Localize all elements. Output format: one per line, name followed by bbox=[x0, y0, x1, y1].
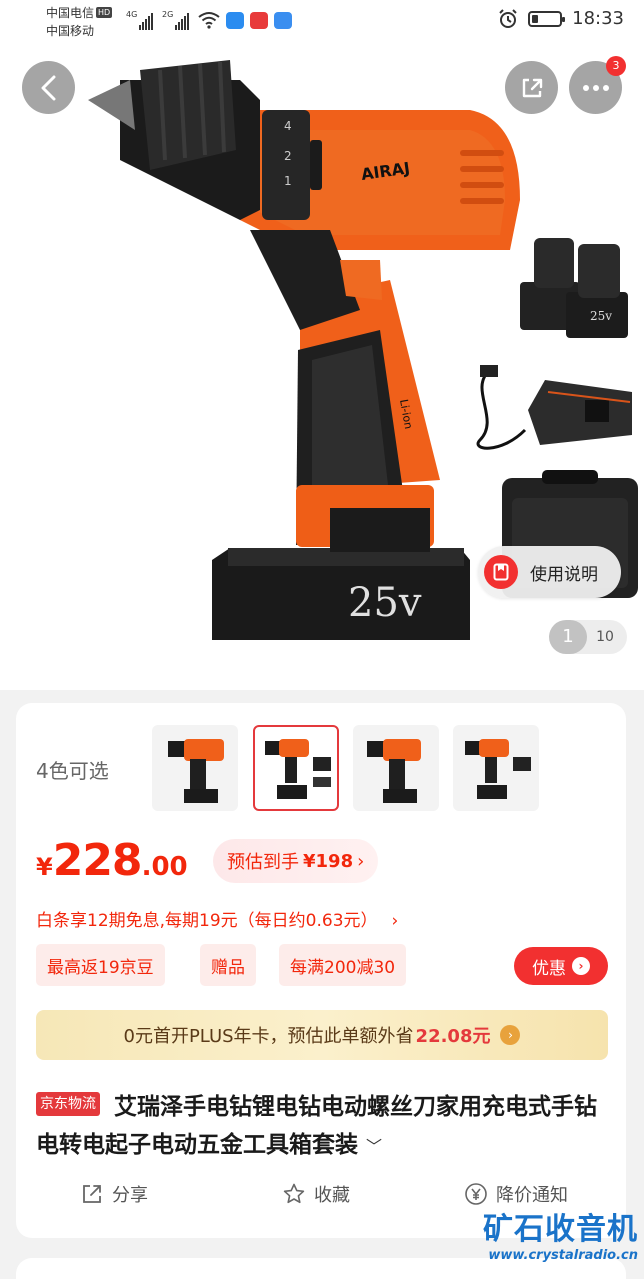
share-icon bbox=[522, 78, 542, 97]
wifi-icon bbox=[198, 12, 220, 29]
drill-thumbnail-image bbox=[465, 739, 531, 799]
star-icon bbox=[283, 1183, 305, 1204]
product-image-carousel[interactable]: 25v 25v Li-ion AIRAJ 4 2 1 3 使用说明 1 10 bbox=[0, 0, 644, 690]
share-icon bbox=[83, 1185, 101, 1203]
pager-total: 10 bbox=[596, 629, 614, 645]
drill-thumbnail-image bbox=[168, 739, 224, 803]
share-action[interactable]: 分享 bbox=[80, 1181, 148, 1207]
more-icon bbox=[582, 84, 609, 91]
chevron-right-icon: › bbox=[391, 911, 399, 931]
color-options-label: 4色可选 bbox=[36, 759, 109, 783]
weather-app-icon bbox=[274, 12, 292, 29]
chevron-right-icon: › bbox=[500, 1025, 521, 1045]
price-alert-action[interactable]: 降价通知 bbox=[464, 1181, 568, 1207]
price-alert-label: 降价通知 bbox=[496, 1185, 568, 1206]
watermark-title: 矿石收音机 bbox=[483, 1212, 638, 1247]
share-button[interactable] bbox=[505, 61, 558, 114]
signal-1-icon: 4G bbox=[126, 10, 154, 30]
product-page: 25v 25v Li-ion AIRAJ 4 2 1 3 使用说明 1 10 中… bbox=[0, 0, 644, 1279]
drill-chuck: 4 2 1 bbox=[88, 60, 310, 220]
more-menu-button[interactable]: 3 bbox=[569, 56, 626, 114]
price-symbol: ¥ bbox=[36, 853, 53, 881]
watermark-url: www.crystalradio.cn bbox=[488, 1248, 638, 1263]
installment-info[interactable]: 白条享12期免息,每期19元（每日约0.63元） › bbox=[36, 906, 398, 931]
svg-text:1: 1 bbox=[284, 174, 292, 188]
pager-current: 1 bbox=[549, 620, 587, 654]
back-button[interactable] bbox=[22, 61, 75, 114]
price-integer: 228 bbox=[52, 835, 143, 886]
plus-text: 0元首开PLUS年卡，预估此单额外省 bbox=[123, 1026, 414, 1047]
price-decimal: .00 bbox=[141, 852, 188, 882]
installment-text: 白条享12期免息,每期19元（每日约0.63元） bbox=[36, 911, 378, 931]
estimate-amount: ¥198 bbox=[303, 850, 354, 872]
chevron-right-icon: › bbox=[357, 850, 365, 872]
svg-text:4: 4 bbox=[284, 119, 292, 133]
yen-circle-icon bbox=[465, 1183, 487, 1205]
chevron-right-icon: › bbox=[572, 957, 590, 975]
color-thumbnail[interactable] bbox=[453, 725, 539, 811]
message-count-badge: 3 bbox=[606, 56, 626, 76]
network-type-1: 4G bbox=[126, 10, 138, 19]
chevron-down-icon: ﹀ bbox=[366, 1137, 383, 1156]
status-bar: 中国电信 HD 中国移动 4G 2G 18:33 bbox=[0, 0, 644, 44]
battery-icon bbox=[528, 10, 566, 27]
plus-membership-banner[interactable]: 0元首开PLUS年卡，预估此单额外省 22.08元 › bbox=[36, 1010, 608, 1060]
plus-savings-amount: 22.08元 bbox=[415, 1026, 491, 1047]
drill-thumbnail-image bbox=[367, 739, 421, 803]
signal-2-icon: 2G bbox=[162, 10, 190, 30]
product-title[interactable]: 艾瑞泽手电钻锂电钻电动螺丝刀家用充电式手钻电转电起子电动五金工具箱套装 ﹀ bbox=[36, 1088, 608, 1166]
manual-label: 使用说明 bbox=[530, 564, 598, 585]
drill-thumbnail-image bbox=[265, 739, 331, 799]
alarm-icon bbox=[499, 8, 517, 28]
favorite-label: 收藏 bbox=[314, 1185, 350, 1206]
product-title-text: 艾瑞泽手电钻锂电钻电动螺丝刀家用充电式手钻电转电起子电动五金工具箱套装 bbox=[36, 1094, 597, 1158]
carrier-1: 中国电信 bbox=[46, 6, 95, 20]
manual-button[interactable]: 使用说明 bbox=[478, 546, 621, 598]
svg-text:25v: 25v bbox=[590, 309, 612, 323]
image-pager: 1 10 bbox=[549, 620, 627, 654]
estimate-label: 预估到手 bbox=[227, 852, 299, 873]
health-app-icon bbox=[250, 12, 268, 29]
color-thumbnail[interactable] bbox=[152, 725, 238, 811]
coupon-label: 优惠 bbox=[532, 958, 566, 979]
carrier-info: 中国电信 HD 中国移动 bbox=[46, 4, 113, 40]
svg-text:2: 2 bbox=[284, 149, 292, 163]
coupon-button[interactable]: 优惠 › bbox=[514, 947, 608, 985]
promo-chip-discount[interactable]: 每满200减30 bbox=[279, 944, 407, 986]
color-thumbnail-selected[interactable] bbox=[253, 725, 339, 811]
color-thumbnail[interactable] bbox=[353, 725, 439, 811]
watermark: 矿石收音机 www.crystalradio.cn bbox=[478, 1212, 638, 1276]
favorite-action[interactable]: 收藏 bbox=[282, 1181, 350, 1207]
manual-icon bbox=[484, 555, 518, 589]
spare-batteries: 25v bbox=[520, 238, 628, 338]
status-right: 18:33 bbox=[498, 8, 624, 29]
hd-badge: HD bbox=[96, 7, 113, 18]
promo-chip-gift[interactable]: 赠品 bbox=[200, 944, 256, 986]
jd-logistics-tag: 京东物流 bbox=[36, 1092, 100, 1116]
charger bbox=[476, 365, 632, 450]
price: ¥228.00 bbox=[36, 835, 188, 886]
clock: 18:33 bbox=[572, 8, 624, 29]
promo-chip-jingdou[interactable]: 最高返19京豆 bbox=[36, 944, 165, 986]
cloud-app-icon bbox=[226, 12, 244, 29]
battery-voltage-label: 25v bbox=[348, 580, 422, 626]
drill-battery: 25v bbox=[212, 548, 470, 640]
carrier-2: 中国移动 bbox=[46, 24, 95, 38]
chevron-left-icon bbox=[41, 75, 55, 100]
share-label: 分享 bbox=[112, 1185, 148, 1206]
estimated-price-pill[interactable]: 预估到手 ¥198 › bbox=[213, 839, 379, 883]
network-type-2: 2G bbox=[162, 10, 174, 19]
product-info-card: 4色可选 ¥228.00 预估到手 ¥198 › 白条享12期免息,每期19元（每日… bbox=[16, 703, 626, 1238]
